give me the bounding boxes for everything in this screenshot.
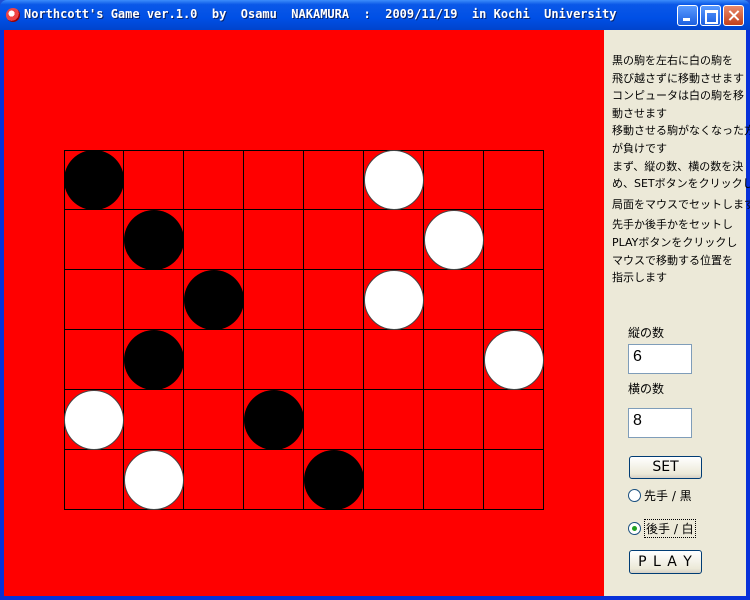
board-cell[interactable] xyxy=(424,270,484,330)
black-piece[interactable] xyxy=(124,330,184,390)
radio-second-indicator[interactable] xyxy=(628,522,641,535)
board-cell[interactable] xyxy=(364,210,424,270)
app-icon xyxy=(6,8,20,22)
board-cell[interactable] xyxy=(304,270,364,330)
instruction-line: マウスで移動する位置を xyxy=(612,253,733,267)
board-cell[interactable] xyxy=(364,390,424,450)
board-cell[interactable] xyxy=(424,330,484,390)
radio-first-label: 先手 / 黒 xyxy=(644,489,692,503)
board-cell[interactable] xyxy=(244,450,304,510)
board-cell[interactable] xyxy=(244,210,304,270)
radio-second-white[interactable]: 後手 / 白 xyxy=(628,519,696,538)
instruction-line: PLAYボタンをクリックし xyxy=(612,235,738,249)
game-area[interactable] xyxy=(4,30,604,596)
black-piece[interactable] xyxy=(64,150,124,210)
cols-label: 横の数 xyxy=(628,382,665,396)
board-cell[interactable] xyxy=(124,150,184,210)
black-piece[interactable] xyxy=(184,270,244,330)
instruction-line: コンピュータは白の駒を移 xyxy=(612,89,744,103)
white-piece[interactable] xyxy=(364,150,424,210)
board-cell[interactable] xyxy=(184,150,244,210)
white-piece[interactable] xyxy=(124,450,184,510)
board-cell[interactable] xyxy=(484,270,544,330)
board-cell[interactable] xyxy=(124,270,184,330)
board-cell[interactable] xyxy=(364,450,424,510)
white-piece[interactable] xyxy=(64,390,124,450)
instruction-line: 飛び越さずに移動させます xyxy=(612,71,744,85)
instruction-line: め、SETボタンをクリックし xyxy=(612,177,750,191)
black-piece[interactable] xyxy=(124,210,184,270)
instruction-line: 先手か後手かをセットし xyxy=(612,218,733,232)
title-bar[interactable]: Northcott's Game ver.1.0 by Osamu NAKAMU… xyxy=(0,0,750,30)
board-cell[interactable] xyxy=(64,210,124,270)
board-cell[interactable] xyxy=(64,450,124,510)
control-panel: 黒の駒を左右に白の駒を 飛び越さずに移動させます コンピュータは白の駒を移 動さ… xyxy=(604,30,750,596)
instruction-line: 局面をマウスでセットします xyxy=(612,197,750,211)
app-window: Northcott's Game ver.1.0 by Osamu NAKAMU… xyxy=(0,0,750,600)
window-border-right xyxy=(746,30,750,600)
board-cell[interactable] xyxy=(484,390,544,450)
window-border-bottom xyxy=(0,596,750,600)
radio-first-indicator[interactable] xyxy=(628,489,641,502)
window-title: Northcott's Game ver.1.0 by Osamu NAKAMU… xyxy=(24,7,617,21)
set-button[interactable]: SET xyxy=(629,456,702,479)
instruction-line: が負けです xyxy=(612,141,667,155)
board-cell[interactable] xyxy=(484,450,544,510)
board-cell[interactable] xyxy=(424,390,484,450)
instruction-line: 動させます xyxy=(612,106,667,120)
board-cell[interactable] xyxy=(64,330,124,390)
board-cell[interactable] xyxy=(124,390,184,450)
instruction-line: 黒の駒を左右に白の駒を xyxy=(612,54,733,67)
white-piece[interactable] xyxy=(364,270,424,330)
board-cell[interactable] xyxy=(304,150,364,210)
black-piece[interactable] xyxy=(244,390,304,450)
instruction-line: 指示します xyxy=(612,271,667,285)
instructions-text: 黒の駒を左右に白の駒を 飛び越さずに移動させます コンピュータは白の駒を移 動さ… xyxy=(612,52,750,287)
board-cell[interactable] xyxy=(184,390,244,450)
board-cell[interactable] xyxy=(484,150,544,210)
maximize-icon[interactable] xyxy=(700,5,721,26)
board-cell[interactable] xyxy=(424,450,484,510)
cols-input[interactable]: 8 xyxy=(628,408,692,438)
white-piece[interactable] xyxy=(424,210,484,270)
board-cell[interactable] xyxy=(304,330,364,390)
board-cell[interactable] xyxy=(364,330,424,390)
radio-second-label: 後手 / 白 xyxy=(644,519,696,538)
rows-input[interactable]: 6 xyxy=(628,344,692,374)
close-icon[interactable] xyxy=(723,5,744,26)
board-cell[interactable] xyxy=(64,270,124,330)
play-button[interactable]: P L A Y xyxy=(629,550,702,574)
board-cell[interactable] xyxy=(484,210,544,270)
rows-label: 縦の数 xyxy=(628,326,665,340)
minimize-icon[interactable] xyxy=(677,5,698,26)
board-cell[interactable] xyxy=(184,210,244,270)
board-cell[interactable] xyxy=(424,150,484,210)
instruction-line: まず、縦の数、横の数を決 xyxy=(612,159,744,173)
board-cell[interactable] xyxy=(244,270,304,330)
white-piece[interactable] xyxy=(484,330,544,390)
black-piece[interactable] xyxy=(304,450,364,510)
game-board[interactable] xyxy=(64,150,544,510)
board-cell[interactable] xyxy=(184,450,244,510)
radio-first-black[interactable]: 先手 / 黒 xyxy=(628,487,692,504)
board-cell[interactable] xyxy=(184,330,244,390)
board-cell[interactable] xyxy=(244,150,304,210)
board-cell[interactable] xyxy=(304,390,364,450)
board-cell[interactable] xyxy=(304,210,364,270)
instruction-line: 移動させる駒がなくなった方 xyxy=(612,124,750,138)
board-cell[interactable] xyxy=(244,330,304,390)
